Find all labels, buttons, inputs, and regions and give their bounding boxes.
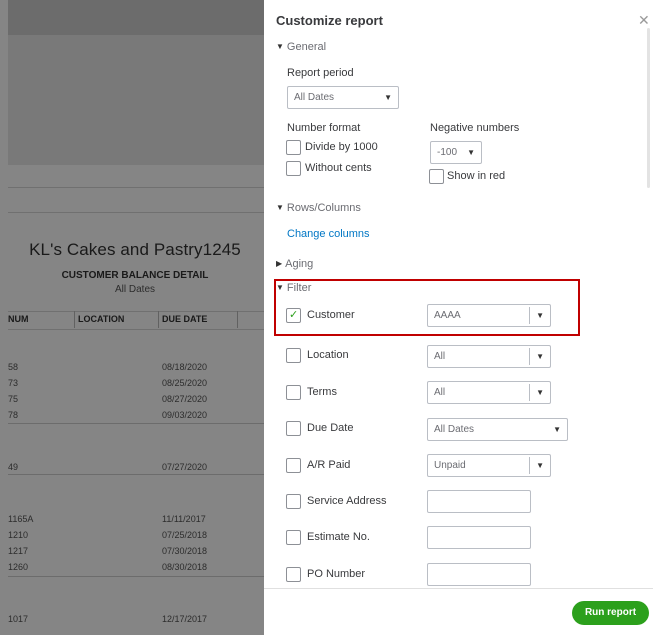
run-report-button[interactable]: Run report [572,601,649,625]
caret-down-icon: ▼ [384,93,392,102]
report-period-select[interactable]: All Dates ▼ [287,86,399,109]
divide-by-1000-label: Divide by 1000 [305,141,378,153]
select-divider [529,457,530,474]
select-divider [529,307,530,324]
modal-overlay[interactable] [0,0,264,635]
show-in-red-checkbox[interactable] [429,169,444,184]
check-icon: ✓ [289,309,299,321]
ar-paid-filter-checkbox[interactable] [286,458,301,473]
caret-right-icon: ▶ [276,259,283,268]
due-date-filter-checkbox[interactable] [286,421,301,436]
caret-down-icon: ▼ [536,311,544,320]
section-aging-toggle[interactable]: ▶ Aging [276,258,313,270]
negative-numbers-label: Negative numbers [430,122,520,134]
customer-filter-select[interactable]: AAAA ▼ [427,304,551,327]
service-address-filter-checkbox[interactable] [286,494,301,509]
customer-filter-label: Customer [307,309,355,321]
without-cents-label: Without cents [305,162,372,174]
caret-down-icon: ▼ [536,388,544,397]
show-in-red-label: Show in red [447,170,506,182]
section-filter-toggle[interactable]: ▼ Filter [276,282,311,294]
section-general-toggle[interactable]: ▼ General [276,41,326,53]
estimate-no-filter-checkbox[interactable] [286,530,301,545]
caret-down-icon: ▼ [276,203,284,212]
panel-scrollbar[interactable] [647,28,650,188]
report-period-label: Report period [287,67,354,79]
po-number-filter-checkbox[interactable] [286,567,301,582]
negative-numbers-select[interactable]: -100 ▼ [430,141,482,164]
location-filter-label: Location [307,349,349,361]
customize-report-panel: Customize report ✕ ▼ General Report perio… [264,0,653,635]
terms-filter-label: Terms [307,386,337,398]
location-filter-select[interactable]: All ▼ [427,345,551,368]
service-address-filter-label: Service Address [307,495,387,507]
estimate-no-filter-label: Estimate No. [307,531,370,543]
ar-paid-filter-select[interactable]: Unpaid ▼ [427,454,551,477]
terms-filter-checkbox[interactable] [286,385,301,400]
caret-down-icon: ▼ [553,425,561,434]
terms-filter-select[interactable]: All ▼ [427,381,551,404]
panel-title: Customize report [276,13,383,28]
due-date-filter-label: Due Date [307,422,354,434]
caret-down-icon: ▼ [536,461,544,470]
estimate-no-input[interactable] [427,526,531,549]
caret-down-icon: ▼ [276,42,284,51]
caret-down-icon: ▼ [467,148,475,157]
location-filter-checkbox[interactable] [286,348,301,363]
caret-down-icon: ▼ [276,283,284,292]
section-rows-columns-toggle[interactable]: ▼ Rows/Columns [276,202,361,214]
number-format-label: Number format [287,122,361,134]
close-icon[interactable]: ✕ [638,12,650,29]
select-divider [529,384,530,401]
select-divider [529,348,530,365]
caret-down-icon: ▼ [536,352,544,361]
ar-paid-filter-label: A/R Paid [307,459,351,471]
divide-by-1000-checkbox[interactable] [286,140,301,155]
without-cents-checkbox[interactable] [286,161,301,176]
service-address-input[interactable] [427,490,531,513]
po-number-filter-label: PO Number [307,568,366,580]
due-date-filter-select[interactable]: All Dates ▼ [427,418,568,441]
po-number-input[interactable] [427,563,531,586]
customer-filter-checkbox[interactable]: ✓ [286,308,301,323]
change-columns-link[interactable]: Change columns [287,228,370,240]
